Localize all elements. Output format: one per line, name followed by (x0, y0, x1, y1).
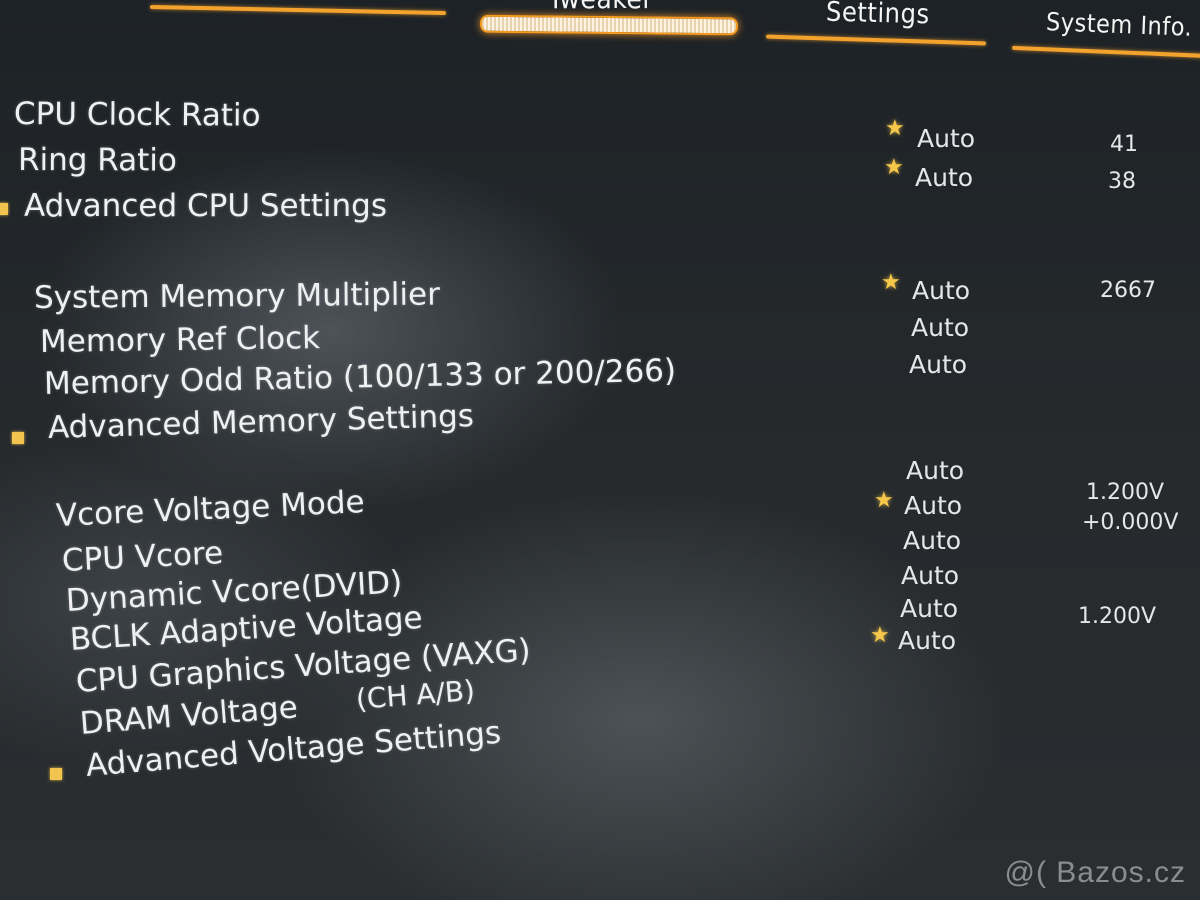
tab-underline-settings[interactable] (765, 34, 987, 46)
cpu-vcore-mode[interactable]: Auto (904, 491, 962, 520)
tab-tweaker[interactable]: Tweaker (548, 0, 653, 15)
ring-ratio-current: 38 (1108, 169, 1136, 194)
bclk-adaptive-voltage-mode[interactable]: Auto (901, 561, 959, 590)
cpu-clock-ratio-label[interactable]: CPU Clock Ratio (14, 96, 261, 134)
ring-ratio-label[interactable]: Ring Ratio (18, 142, 177, 179)
memory-ref-clock-mode[interactable]: Auto (911, 313, 969, 342)
memory-odd-ratio-mode[interactable]: Auto (909, 350, 967, 379)
square-bullet-icon (50, 768, 62, 780)
cpu-graphics-voltage-current: 1.200V (1078, 604, 1157, 629)
dram-voltage-mode[interactable]: Auto (898, 626, 956, 655)
cpu-clock-ratio-mode[interactable]: Auto (917, 124, 975, 153)
advanced-cpu-settings-label[interactable]: Advanced CPU Settings (24, 188, 387, 224)
tab-underline-left[interactable] (149, 4, 447, 16)
vcore-voltage-mode-label[interactable]: Vcore Voltage Mode (55, 484, 365, 534)
star-icon: ★ (874, 488, 894, 513)
watermark: @( Bazos.cz (1004, 856, 1186, 889)
star-icon: ★ (884, 155, 904, 180)
square-bullet-icon (0, 203, 8, 215)
dram-voltage-channel: (CH A/B) (354, 673, 477, 716)
cpu-vcore-current: +0.000V (1082, 510, 1179, 535)
system-memory-multiplier-current: 2667 (1100, 278, 1156, 303)
system-memory-multiplier-mode[interactable]: Auto (912, 276, 970, 305)
star-icon: ★ (870, 623, 890, 648)
vcore-voltage-mode-mode[interactable]: Auto (906, 456, 964, 485)
vcore-voltage-mode-current: 1.200V (1086, 480, 1165, 505)
advanced-memory-settings-label[interactable]: Advanced Memory Settings (47, 398, 474, 446)
cpu-graphics-voltage-mode[interactable]: Auto (900, 594, 958, 623)
tab-underline-system-info[interactable] (1012, 45, 1200, 59)
ring-ratio-mode[interactable]: Auto (915, 163, 973, 192)
star-icon: ★ (881, 270, 901, 295)
star-icon: ★ (885, 116, 905, 141)
square-bullet-icon (12, 432, 24, 444)
tab-system-info[interactable]: System Info. (1045, 7, 1192, 42)
bios-screen: Tweaker Settings System Info. CPU Clock … (0, 0, 1200, 900)
cpu-vcore-label[interactable]: CPU Vcore (61, 535, 224, 579)
memory-ref-clock-label[interactable]: Memory Ref Clock (40, 320, 321, 360)
tab-underline-tweaker[interactable] (479, 14, 739, 36)
dynamic-vcore-mode[interactable]: Auto (903, 526, 961, 555)
memory-odd-ratio-label[interactable]: Memory Odd Ratio (100/133 or 200/266) (44, 353, 677, 402)
system-memory-multiplier-label[interactable]: System Memory Multiplier (34, 276, 440, 316)
cpu-clock-ratio-current: 41 (1110, 132, 1138, 157)
tab-settings[interactable]: Settings (826, 0, 930, 30)
